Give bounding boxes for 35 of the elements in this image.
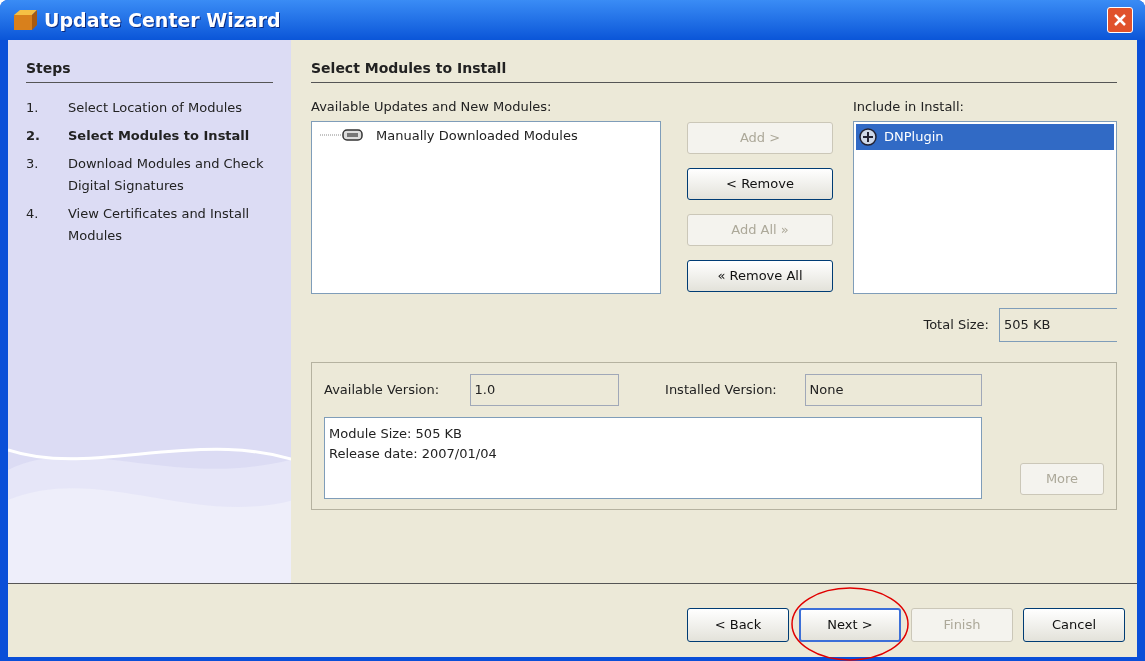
total-size-field: 505 KB xyxy=(999,307,1117,342)
available-version-field: 1.0 xyxy=(469,373,620,406)
plugin-icon xyxy=(858,126,880,147)
field-label: Total Size: xyxy=(923,315,989,334)
step-number: 4. xyxy=(26,205,40,223)
window-title: Update Center Wizard xyxy=(44,7,281,33)
tree-line-icon xyxy=(320,133,342,138)
close-icon xyxy=(1113,13,1127,27)
available-list[interactable]: Manually Downloaded Modules xyxy=(311,120,661,294)
step-number: 3. xyxy=(26,155,40,173)
installed-version-field: None xyxy=(804,373,982,406)
list-label: Include in Install: xyxy=(853,98,965,116)
step-label: Select Location of Modules xyxy=(68,99,244,117)
field-label: Installed Version: xyxy=(665,380,778,399)
list-label: Available Updates and New Modules: xyxy=(311,98,553,116)
step-label: Download Modules and Check Digital Signatures xyxy=(68,155,265,195)
step-number: 2. xyxy=(26,127,41,145)
steps-heading: Steps xyxy=(26,58,273,83)
tree-item[interactable]: Manually Downloaded Modules xyxy=(374,125,580,145)
include-list[interactable]: DNPlugin xyxy=(853,120,1117,294)
list-item[interactable]: DNPlugin xyxy=(856,123,1114,150)
step-label: Select Modules to Install xyxy=(68,127,251,145)
transfer-button[interactable]: « Remove All xyxy=(687,260,833,292)
app-icon xyxy=(12,9,38,31)
module-icon xyxy=(342,128,364,143)
nav-button[interactable]: < Back xyxy=(687,607,789,642)
nav-button[interactable]: Cancel xyxy=(1023,607,1125,642)
panel-heading: Select Modules to Install xyxy=(311,58,1117,83)
field-label: Available Version: xyxy=(324,380,441,399)
close-button[interactable] xyxy=(1107,7,1133,33)
description-box: Module Size: 505 KB Release date: 2007/01/04 xyxy=(324,416,982,499)
step-label: View Certificates and Install Modules xyxy=(68,205,251,245)
transfer-button[interactable]: < Remove xyxy=(687,168,833,200)
step-number: 1. xyxy=(26,99,40,117)
nav-button[interactable]: Next > xyxy=(799,607,901,642)
